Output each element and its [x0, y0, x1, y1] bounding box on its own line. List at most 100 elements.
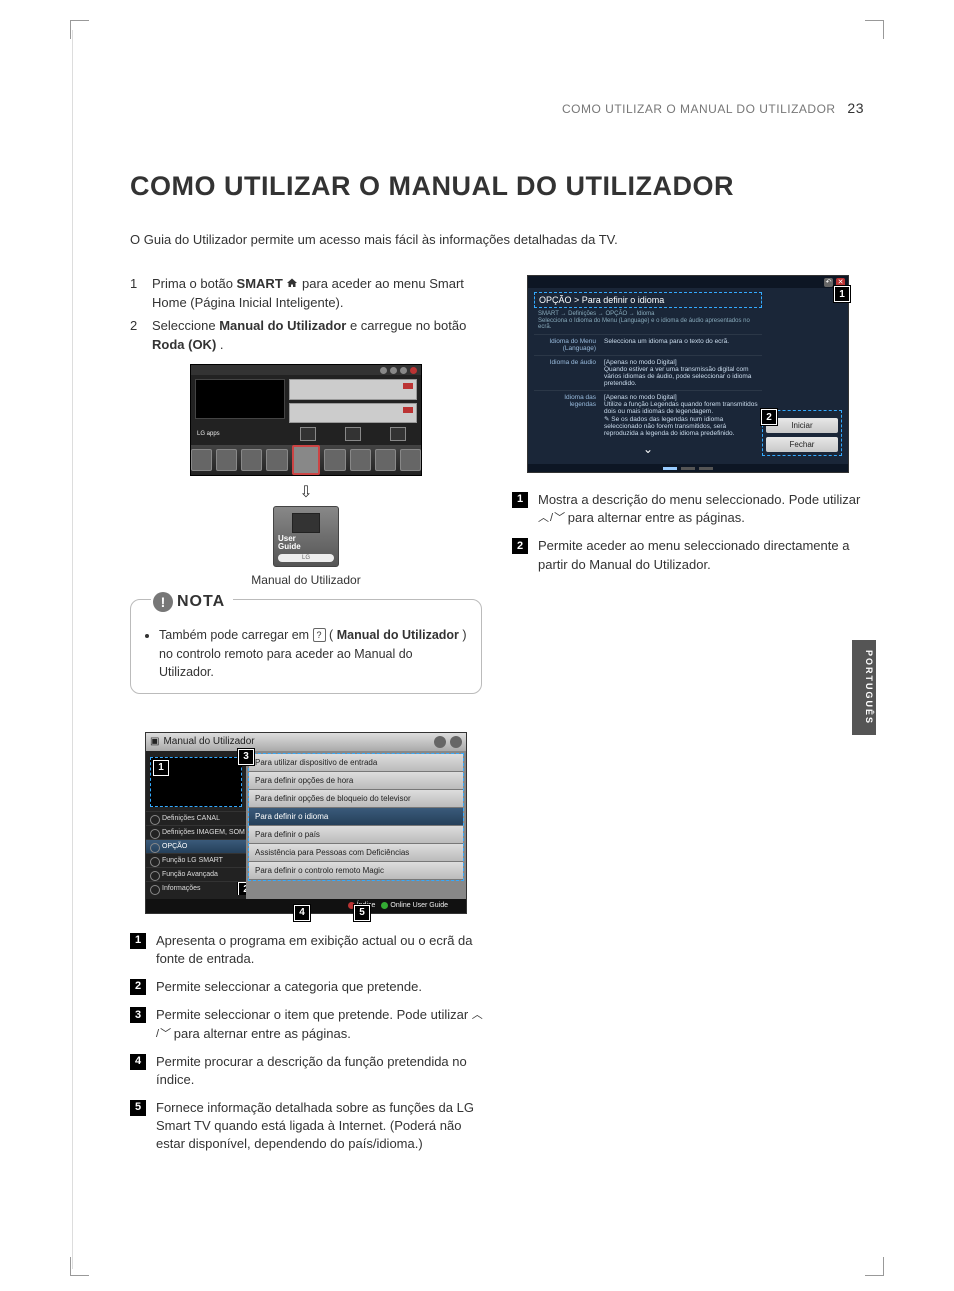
callout-number: 4	[130, 1054, 146, 1070]
page-number: 23	[847, 100, 864, 116]
note-box: ! NOTA Também pode carregar em ? ( Manua…	[130, 599, 482, 693]
content-item: Para definir o país	[249, 826, 463, 844]
row-label: Idioma das legendas	[534, 391, 600, 441]
left-callout-list: 1 Apresenta o programa em exibição actua…	[130, 932, 482, 1154]
callout-marker-5: 5	[354, 905, 370, 921]
row-label: Idioma de áudio	[534, 356, 600, 391]
step-number: 2	[130, 317, 152, 355]
pager	[528, 464, 848, 472]
step-body: Prima o botão SMART para aceder ao menu …	[152, 275, 482, 313]
note-title: NOTA	[177, 590, 225, 613]
crop-mark	[865, 20, 884, 39]
user-guide-tile-line2: Guide	[278, 543, 334, 551]
manual-gui-title: Manual do Utilizador	[163, 736, 254, 747]
manual-gui-titlebar: ▣ Manual do Utilizador	[146, 733, 466, 751]
callout-marker-2: 2	[238, 882, 246, 895]
callout-marker-4: 4	[294, 905, 310, 921]
smart-home-screenshot: LG apps	[190, 364, 422, 476]
callout-text: Fornece informação detalhada sobre as fu…	[156, 1099, 482, 1154]
callout-marker-2: 2	[761, 409, 777, 425]
user-guide-tile-icon	[292, 513, 320, 533]
callout-number: 5	[130, 1100, 146, 1116]
callout-item: 1 Apresenta o programa em exibição actua…	[130, 932, 482, 968]
language-tab: PORTUGUÊS	[852, 640, 876, 735]
callout-marker-3: 3	[238, 749, 254, 765]
smart-label: SMART	[237, 276, 283, 291]
up-down-icon: ︿ / ﹀	[538, 512, 564, 524]
option-gui-description: Selecciona o Idioma do Menu (Language) e…	[534, 318, 762, 334]
topbar-dot	[390, 367, 397, 374]
two-column-layout: 1 Prima o botão SMART para aceder ao men…	[130, 275, 864, 1164]
option-gui-table: Idioma do Menu (Language) Selecciona um …	[534, 334, 762, 440]
page-title: COMO UTILIZAR O MANUAL DO UTILIZADOR	[130, 171, 864, 202]
crop-mark	[70, 1257, 89, 1276]
content-item-selected: Para definir o idioma	[249, 808, 463, 826]
content-item: Assistência para Pessoas com Deficiência…	[249, 844, 463, 862]
promo-card	[289, 379, 417, 400]
callout-item: 5 Fornece informação detalhada sobre as …	[130, 1099, 482, 1154]
intro-text: O Guia do Utilizador permite um acesso m…	[130, 232, 864, 247]
table-row: Idioma do Menu (Language) Selecciona um …	[534, 335, 762, 356]
footer-online-button: Online User Guide	[381, 902, 448, 909]
remote-help-button-icon: ?	[313, 628, 326, 642]
callout-number: 2	[130, 979, 146, 995]
running-header-text: COMO UTILIZAR O MANUAL DO UTILIZADOR	[562, 102, 836, 116]
user-guide-app-icon	[292, 445, 321, 475]
row-value: [Apenas no modo Digital] Quando estiver …	[600, 356, 762, 391]
sidebar-item: Definições IMAGEM, SOM	[146, 825, 246, 839]
callout-item: 1 Mostra a descrição do menu seleccionad…	[512, 491, 864, 527]
back-icon: ↶	[824, 278, 833, 287]
close-icon	[410, 367, 417, 374]
titlebar-icon: ▣	[150, 736, 159, 747]
callout-number: 3	[130, 1007, 146, 1023]
callout-number: 1	[512, 492, 528, 508]
row-label: Idioma do Menu (Language)	[534, 335, 600, 356]
sidebar-item: Definições CANAL	[146, 811, 246, 825]
tile-caption: Manual do Utilizador	[130, 573, 482, 587]
manual-gui-screenshot: ▣ Manual do Utilizador 1 Definições CANA…	[145, 732, 467, 914]
sidebar-item: Função Avançada	[146, 867, 246, 881]
callout-text: Apresenta o programa em exibição actual …	[156, 932, 482, 968]
callout-text: Permite procurar a descrição da função p…	[156, 1053, 482, 1089]
option-gui-screenshot: ↶ ✕ OPÇÃO > Para definir o idioma 1 SMAR…	[527, 275, 849, 473]
arrow-down-icon: ⇩	[130, 480, 482, 506]
left-margin-rule	[72, 30, 73, 1269]
callout-text: Permite seleccionar a categoria que pret…	[156, 978, 422, 996]
lg-brand: LG	[278, 554, 334, 562]
sidebar-item: Informações 2	[146, 881, 246, 895]
close-button: Fechar	[766, 437, 838, 452]
topbar-dot	[400, 367, 407, 374]
app-store-label: LG apps	[191, 431, 285, 437]
step-1: 1 Prima o botão SMART para aceder ao men…	[130, 275, 482, 313]
table-row: Idioma das legendas [Apenas no modo Digi…	[534, 391, 762, 441]
callout-number: 1	[130, 933, 146, 949]
callout-item: 3 Permite seleccionar o item que pretend…	[130, 1006, 482, 1042]
right-column: ↶ ✕ OPÇÃO > Para definir o idioma 1 SMAR…	[512, 275, 864, 1164]
smart-home-topbar	[191, 365, 421, 375]
row-value: Selecciona um idioma para o texto do ecr…	[600, 335, 762, 356]
sidebar-item-selected: OPÇÃO	[146, 839, 246, 853]
manual-gui-content: 3 Para utilizar dispositivo de entrada P…	[246, 751, 466, 899]
callout-text: Mostra a descrição do menu seleccionado.…	[538, 491, 864, 527]
content-item: Para definir opções de hora	[249, 772, 463, 790]
callout-text: Permite aceder ao menu seleccionado dire…	[538, 537, 864, 573]
table-row: Idioma de áudio [Apenas no modo Digital]…	[534, 356, 762, 391]
right-callout-list: 1 Mostra a descrição do menu seleccionad…	[512, 491, 864, 574]
green-dot-icon	[381, 902, 388, 909]
sidebar-item: Função LG SMART	[146, 853, 246, 867]
left-column: 1 Prima o botão SMART para aceder ao men…	[130, 275, 482, 1164]
option-gui-title: OPÇÃO > Para definir o idioma 1	[534, 292, 762, 308]
content-item: Para definir opções de bloqueio do telev…	[249, 790, 463, 808]
option-gui-breadcrumb: SMART → Definições → OPÇÃO → Idioma	[534, 308, 762, 318]
callout-item: 2 Permite aceder ao menu seleccionado di…	[512, 537, 864, 573]
content-item: Para utilizar dispositivo de entrada	[249, 754, 463, 772]
note-item: Também pode carregar em ? ( Manual do Ut…	[159, 626, 469, 680]
callout-number: 2	[512, 538, 528, 554]
topbar-dot	[380, 367, 387, 374]
note-icon: !	[153, 592, 173, 612]
promo-card	[289, 403, 417, 424]
callout-marker-1: 1	[153, 760, 169, 776]
crop-mark	[865, 1257, 884, 1276]
callout-text: Permite seleccionar o item que pretende.…	[156, 1006, 482, 1042]
step-number: 1	[130, 275, 152, 313]
